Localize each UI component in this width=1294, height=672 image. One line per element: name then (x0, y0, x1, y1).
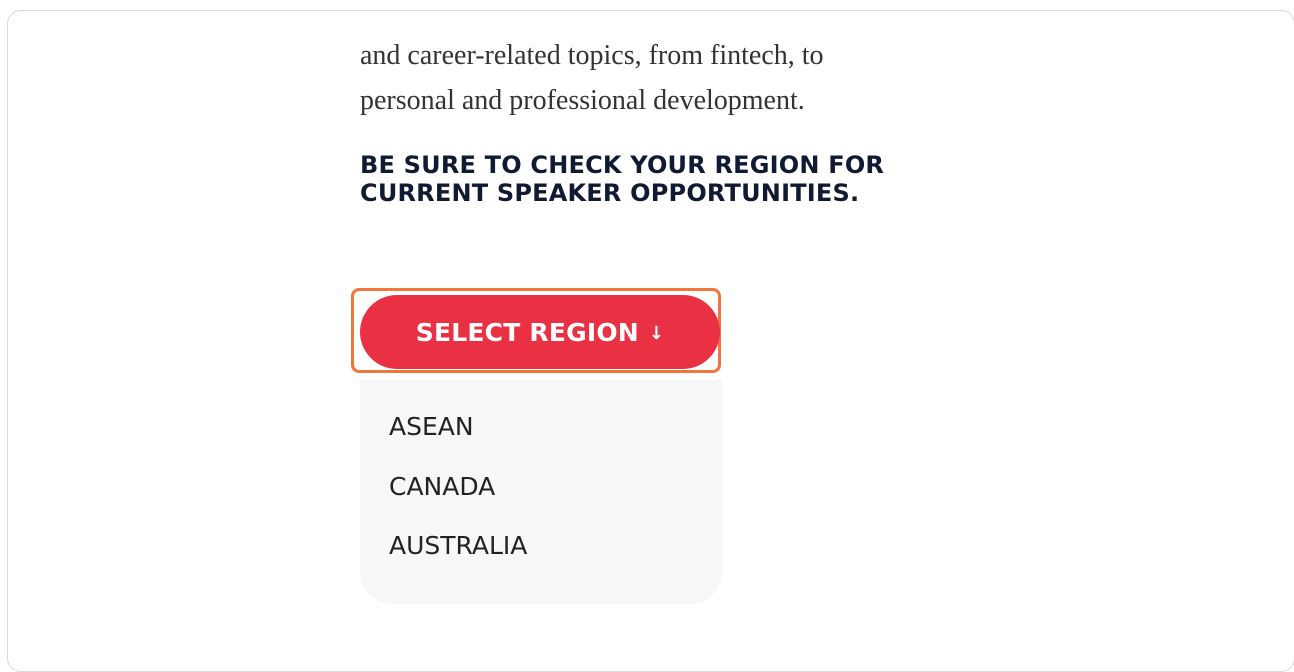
region-notice-heading: BE SURE TO CHECK YOUR REGION FOR CURRENT… (360, 151, 1040, 207)
arrow-down-icon: ↓ (648, 323, 665, 344)
region-option-canada[interactable]: CANADA (389, 472, 495, 501)
region-option-australia[interactable]: AUSTRALIA (389, 531, 527, 560)
paragraph-line: personal and professional development. (360, 85, 805, 116)
select-region-button[interactable]: SELECT REGION ↓ (360, 295, 720, 369)
region-dropdown-menu: ASEAN CANADA AUSTRALIA (360, 380, 722, 604)
notice-line: BE SURE TO CHECK YOUR REGION FOR (360, 151, 885, 179)
article-paragraph: and career-related topics, from fintech,… (360, 33, 1000, 123)
notice-line: CURRENT SPEAKER OPPORTUNITIES. (360, 179, 860, 207)
paragraph-line: and career-related topics, from fintech,… (360, 40, 824, 71)
region-option-asean[interactable]: ASEAN (389, 412, 474, 441)
select-region-label: SELECT REGION (415, 317, 639, 347)
